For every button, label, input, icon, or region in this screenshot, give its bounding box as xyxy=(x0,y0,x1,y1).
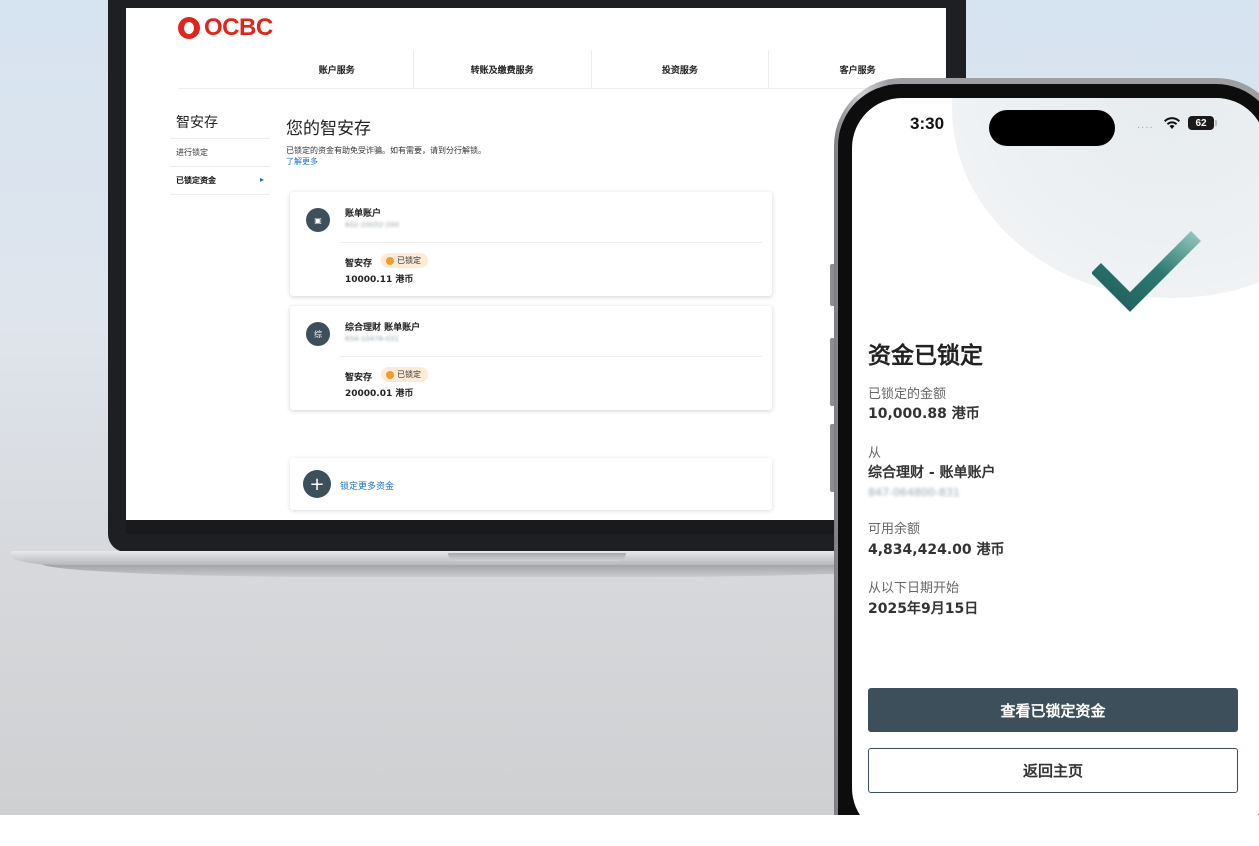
nav-account-services[interactable]: 账户服务 xyxy=(178,50,414,88)
sidebar-title: 智安存 xyxy=(170,112,270,139)
locked-badge: 已锁定 xyxy=(381,367,428,382)
promo-scene: OCBC 账户服务 转账及缴费服务 投资服务 客户服务 智安存 进行锁定 已锁定… xyxy=(0,0,1259,815)
nav-transfer-payment[interactable]: 转账及缴费服务 xyxy=(414,50,592,88)
locked-amount-label: 已锁定的金额 xyxy=(868,387,947,402)
sidebar-item-locked-funds[interactable]: 已锁定资金 ▸ xyxy=(170,167,270,195)
sidebar-item-label: 已锁定资金 xyxy=(176,176,216,185)
view-locked-funds-button[interactable]: 查看已锁定资金 xyxy=(868,688,1238,732)
badge-label: 已锁定 xyxy=(397,256,421,265)
lock-more-funds-card[interactable]: + 锁定更多资金 xyxy=(290,458,772,510)
badge-label: 已锁定 xyxy=(397,370,421,379)
logo-text: OCBC xyxy=(204,14,273,41)
locked-account-card[interactable]: ▣ 账单账户 602-20052-200 智安存 已锁定 10000.11 港币 xyxy=(290,192,772,296)
account-number: 654-10476-031 xyxy=(345,335,400,343)
product-name: 智安存 xyxy=(345,259,373,269)
main-nav: 账户服务 转账及缴费服务 投资服务 客户服务 xyxy=(178,50,946,89)
ocbc-logo[interactable]: OCBC xyxy=(178,14,273,42)
learn-more-link[interactable]: 了解更多 xyxy=(286,156,318,167)
from-account-number: 847-064800-831 xyxy=(868,486,960,499)
ocbc-logo-icon xyxy=(178,17,200,39)
phone-screen: 3:30 .... 62 资金已锁定 已锁定的金额 10,000.88 港币 从… xyxy=(852,98,1259,815)
success-check-icon xyxy=(1092,231,1201,312)
battery-icon: 62 xyxy=(1188,116,1217,130)
status-time: 3:30 xyxy=(910,114,945,133)
sidebar-item-lock[interactable]: 进行锁定 xyxy=(170,139,270,167)
cellular-signal-icon: .... xyxy=(1137,120,1154,131)
laptop-bezel-bottom xyxy=(126,520,946,534)
locked-amount: 10000.11 港币 xyxy=(345,275,414,285)
account-name: 账单账户 xyxy=(345,209,382,219)
start-date-label: 从以下日期开始 xyxy=(868,581,960,596)
chevron-right-icon: ▸ xyxy=(259,175,264,184)
locked-amount: 20000.01 港币 xyxy=(345,389,414,399)
available-balance-value: 4,834,424.00 港币 xyxy=(868,542,1005,558)
locked-amount-value: 10,000.88 港币 xyxy=(868,406,980,422)
laptop-screen: OCBC 账户服务 转账及缴费服务 投资服务 客户服务 智安存 进行锁定 已锁定… xyxy=(126,8,946,520)
success-title: 资金已锁定 xyxy=(868,343,983,369)
lock-status-icon xyxy=(386,256,394,265)
nav-investment[interactable]: 投资服务 xyxy=(592,50,770,88)
account-number: 602-20052-200 xyxy=(345,221,400,229)
plus-icon[interactable]: + xyxy=(303,470,331,498)
back-to-home-button[interactable]: 返回主页 xyxy=(868,748,1238,793)
lock-status-icon xyxy=(386,370,394,379)
start-date-value: 2025年9月15日 xyxy=(868,601,979,617)
account-name: 综合理财 账单账户 xyxy=(345,323,421,333)
dynamic-island xyxy=(989,110,1115,146)
sidebar: 智安存 进行锁定 已锁定资金 ▸ xyxy=(170,112,270,195)
locked-account-card[interactable]: 综 综合理财 账单账户 654-10476-031 智安存 已锁定 20000.… xyxy=(290,306,772,410)
from-label: 从 xyxy=(868,446,882,461)
product-name: 智安存 xyxy=(345,373,373,383)
integrated-account-icon: 综 xyxy=(306,322,330,346)
card-divider xyxy=(340,356,762,357)
laptop-notch xyxy=(448,553,626,561)
available-balance-label: 可用余额 xyxy=(868,522,921,537)
locked-badge: 已锁定 xyxy=(381,253,428,268)
bill-account-icon: ▣ xyxy=(306,208,330,232)
wifi-icon xyxy=(1164,117,1180,129)
card-divider xyxy=(340,242,762,243)
laptop-base-shadow xyxy=(40,563,940,577)
page-description: 已锁定的资金有助免受诈骗。如有需要，请到分行解锁。 xyxy=(286,146,486,155)
page-title: 您的智安存 xyxy=(286,119,371,139)
lock-more-funds-link[interactable]: 锁定更多资金 xyxy=(340,479,394,492)
from-account-value: 综合理财 - 账单账户 xyxy=(868,465,996,481)
sidebar-item-label: 进行锁定 xyxy=(176,148,208,157)
